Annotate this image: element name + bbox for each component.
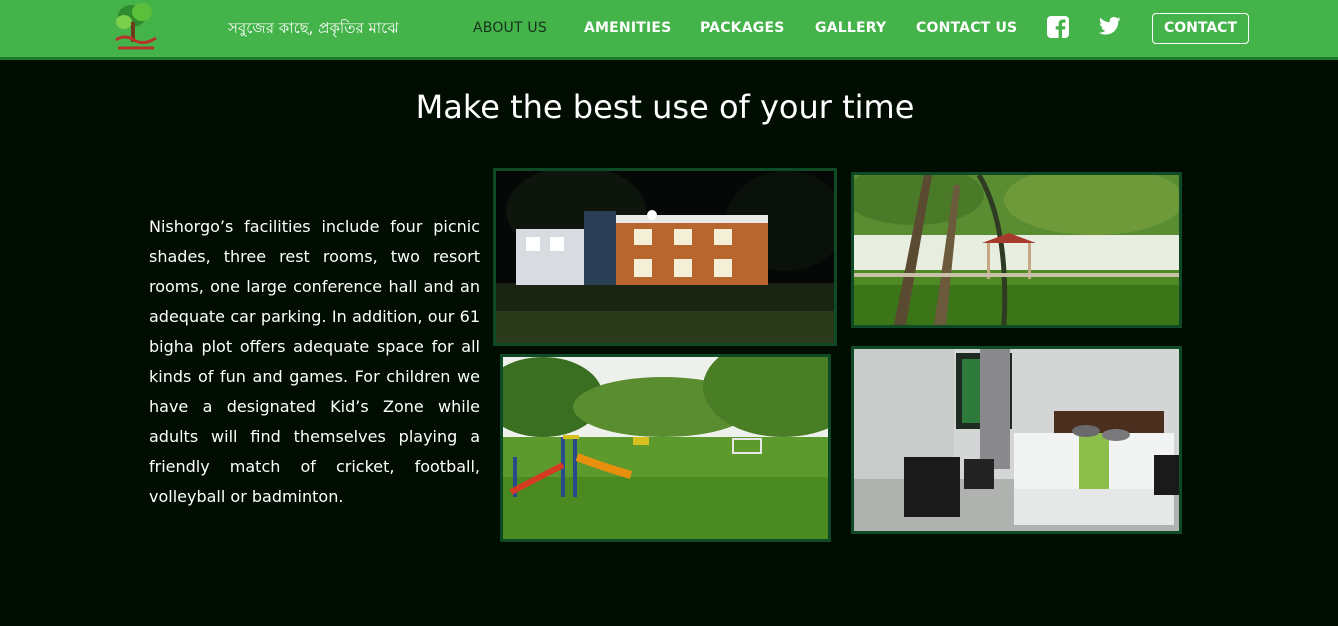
nav-packages[interactable]: PACKAGES bbox=[700, 20, 785, 36]
gallery-photo-building-night[interactable] bbox=[493, 168, 837, 346]
nav-contact-us[interactable]: CONTACT US bbox=[916, 20, 1017, 36]
gallery-photo-gazebo[interactable] bbox=[851, 172, 1182, 328]
site-logo[interactable] bbox=[110, 0, 162, 54]
section-heading: Make the best use of your time bbox=[415, 88, 915, 126]
nav-amenities[interactable]: AMENITIES bbox=[584, 20, 671, 36]
top-navbar: সবুজের কাছে, প্রকৃতির মাঝে ABOUT US AMEN… bbox=[0, 0, 1338, 60]
site-tagline: সবুজের কাছে, প্রকৃতির মাঝে bbox=[228, 19, 399, 37]
nav-about-us[interactable]: ABOUT US bbox=[473, 20, 547, 36]
gallery-photo-bedroom[interactable] bbox=[851, 346, 1182, 534]
contact-button[interactable]: CONTACT bbox=[1152, 13, 1249, 44]
facilities-description: Nishorgo’s facilities include four picni… bbox=[149, 217, 480, 506]
nav-gallery[interactable]: GALLERY bbox=[815, 20, 886, 36]
twitter-icon[interactable] bbox=[1098, 16, 1121, 38]
facebook-icon[interactable] bbox=[1047, 16, 1069, 38]
gallery-photo-playground[interactable] bbox=[500, 354, 831, 542]
